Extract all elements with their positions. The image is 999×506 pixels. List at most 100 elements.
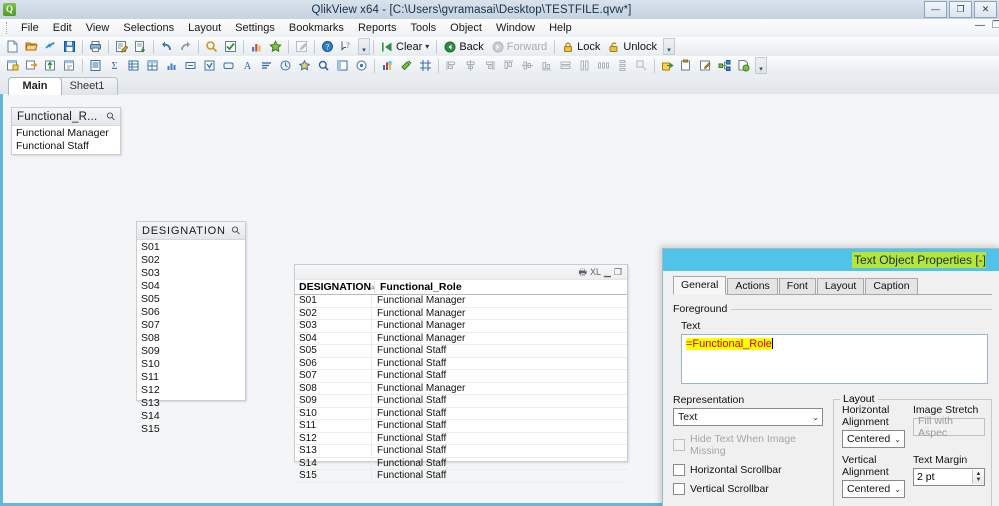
current-selections-icon[interactable] bbox=[222, 38, 239, 55]
listbox-functional-role-caption[interactable]: Functional_R... ⚲ bbox=[12, 108, 120, 126]
list-item[interactable]: S15 bbox=[137, 423, 245, 436]
search-object-icon[interactable] bbox=[315, 57, 332, 74]
undo-icon[interactable] bbox=[158, 38, 175, 55]
line-arrow-object-icon[interactable] bbox=[258, 57, 275, 74]
column-header-designation[interactable]: DESIGNATION ▵ bbox=[295, 281, 375, 293]
table-row[interactable]: S11 Functional Staff bbox=[295, 420, 627, 433]
print-icon[interactable]: 🖶 bbox=[578, 267, 587, 277]
table-row[interactable]: S15 Functional Staff bbox=[295, 470, 627, 483]
menu-item-settings[interactable]: Settings bbox=[228, 20, 282, 36]
paint-format-icon[interactable] bbox=[398, 57, 415, 74]
search-icon[interactable] bbox=[203, 38, 220, 55]
print-icon[interactable] bbox=[87, 38, 104, 55]
horizontal-scrollbar-checkbox[interactable] bbox=[673, 464, 685, 476]
export-xl-icon[interactable]: XL bbox=[590, 267, 601, 277]
edit-module-icon[interactable] bbox=[293, 38, 310, 55]
table-box-caption[interactable]: 🖶 XL ▁ ❐ bbox=[295, 265, 627, 280]
list-item[interactable]: S13 bbox=[137, 397, 245, 410]
table-row[interactable]: S07 Functional Staff bbox=[295, 370, 627, 383]
tab-actions[interactable]: Actions bbox=[727, 278, 778, 294]
list-item[interactable]: S11 bbox=[137, 371, 245, 384]
table-box-icon[interactable] bbox=[144, 57, 161, 74]
menu-item-tools[interactable]: Tools bbox=[403, 20, 443, 36]
align-left-icon[interactable] bbox=[443, 57, 460, 74]
menu-grip-handle[interactable] bbox=[6, 22, 10, 34]
button-object-icon[interactable] bbox=[220, 57, 237, 74]
table-row[interactable]: S14 Functional Staff bbox=[295, 457, 627, 470]
container-object-icon[interactable] bbox=[334, 57, 351, 74]
clear-dropdown-icon[interactable]: ▾ bbox=[425, 42, 429, 51]
reload-icon[interactable] bbox=[42, 38, 59, 55]
slider-calendar-icon[interactable] bbox=[277, 57, 294, 74]
sheet-tab-main[interactable]: Main bbox=[8, 77, 62, 95]
same-width-icon[interactable] bbox=[557, 57, 574, 74]
chart-wizard-icon[interactable] bbox=[379, 57, 396, 74]
edit-script-icon[interactable] bbox=[113, 38, 130, 55]
grid-snap-icon[interactable] bbox=[417, 57, 434, 74]
align-center-h-icon[interactable] bbox=[462, 57, 479, 74]
text-object-icon[interactable]: A bbox=[239, 57, 256, 74]
list-item[interactable]: S05 bbox=[137, 293, 245, 306]
align-right-icon[interactable] bbox=[481, 57, 498, 74]
magnifier-icon[interactable]: ⚲ bbox=[104, 109, 118, 124]
text-margin-stepper[interactable]: 2 pt ▲ ▼ bbox=[913, 468, 985, 486]
horizontal-alignment-select[interactable]: Centered ⌄ bbox=[842, 430, 905, 448]
resize-object-icon[interactable] bbox=[633, 57, 650, 74]
unlock-button[interactable]: Unlock bbox=[604, 38, 661, 55]
table-row[interactable]: S01 Functional Manager bbox=[295, 295, 627, 308]
table-row[interactable]: S08 Functional Manager bbox=[295, 382, 627, 395]
copy-sheet-icon[interactable] bbox=[23, 57, 40, 74]
representation-select[interactable]: Text ⌄ bbox=[673, 408, 823, 426]
dialog-title-bar[interactable]: Text Object Properties [-] bbox=[663, 249, 999, 271]
list-item[interactable]: S01 bbox=[137, 241, 245, 254]
distribute-h-icon[interactable] bbox=[595, 57, 612, 74]
toolbar1-right-overflow-button[interactable]: ▾ bbox=[663, 38, 675, 55]
minimize-icon[interactable]: ▁ bbox=[604, 267, 611, 277]
text-object-properties-dialog[interactable]: Text Object Properties [-] General Actio… bbox=[662, 248, 999, 506]
export-web-icon[interactable] bbox=[735, 57, 752, 74]
tab-caption[interactable]: Caption bbox=[865, 278, 918, 294]
menu-item-window[interactable]: Window bbox=[489, 20, 542, 36]
save-icon[interactable] bbox=[61, 38, 78, 55]
listbox-functional-role[interactable]: Functional_R... ⚲ Functional Manager Fun… bbox=[11, 107, 121, 155]
vertical-scrollbar-checkbox[interactable] bbox=[673, 483, 685, 495]
table-row[interactable]: S02 Functional Manager bbox=[295, 307, 627, 320]
menu-item-layout[interactable]: Layout bbox=[181, 20, 228, 36]
align-top-icon[interactable] bbox=[500, 57, 517, 74]
export-icon[interactable] bbox=[659, 57, 676, 74]
distribute-v-icon[interactable] bbox=[614, 57, 631, 74]
gauge-object-icon[interactable] bbox=[353, 57, 370, 74]
list-item[interactable]: S09 bbox=[137, 345, 245, 358]
sheet-tab-sheet1[interactable]: Sheet1 bbox=[56, 77, 118, 95]
current-selections-box-icon[interactable] bbox=[201, 57, 218, 74]
new-sheet-icon[interactable] bbox=[4, 57, 21, 74]
statistics-box-icon[interactable]: Σ bbox=[106, 57, 123, 74]
table-row[interactable]: S05 Functional Staff bbox=[295, 345, 627, 358]
align-middle-icon[interactable] bbox=[519, 57, 536, 74]
maximize-icon[interactable]: ❐ bbox=[614, 267, 622, 277]
maximize-button[interactable]: ❐ bbox=[949, 1, 972, 18]
spinner-buttons[interactable]: ▲ ▼ bbox=[972, 470, 984, 484]
list-item[interactable]: Functional Manager bbox=[12, 127, 120, 140]
tab-layout[interactable]: Layout bbox=[816, 278, 865, 294]
vertical-scrollbar-row[interactable]: Vertical Scrollbar bbox=[673, 483, 823, 495]
listbox-designation-caption[interactable]: DESIGNATION ⚲ bbox=[137, 222, 245, 240]
list-item[interactable]: S14 bbox=[137, 410, 245, 423]
document-restore-icon[interactable]: ❐ bbox=[990, 20, 999, 31]
input-box-icon[interactable] bbox=[182, 57, 199, 74]
menu-item-edit[interactable]: Edit bbox=[46, 20, 79, 36]
align-bottom-icon[interactable] bbox=[538, 57, 555, 74]
edit-expression-icon[interactable] bbox=[697, 57, 714, 74]
tab-general[interactable]: General bbox=[673, 276, 727, 295]
menu-item-bookmarks[interactable]: Bookmarks bbox=[282, 20, 351, 36]
close-button[interactable]: ✕ bbox=[974, 1, 997, 18]
chart-icon[interactable] bbox=[248, 38, 265, 55]
column-header-functional-role[interactable]: Functional_Role bbox=[375, 281, 627, 293]
clear-button[interactable]: Clear ▾ bbox=[377, 38, 433, 55]
new-document-icon[interactable] bbox=[4, 38, 21, 55]
table-row[interactable]: S06 Functional Staff bbox=[295, 357, 627, 370]
list-box-icon[interactable] bbox=[87, 57, 104, 74]
table-box[interactable]: 🖶 XL ▁ ❐ DESIGNATION ▵ Functional_Role S… bbox=[294, 264, 628, 483]
send-to-icon[interactable] bbox=[716, 57, 733, 74]
menu-item-help[interactable]: Help bbox=[542, 20, 579, 36]
